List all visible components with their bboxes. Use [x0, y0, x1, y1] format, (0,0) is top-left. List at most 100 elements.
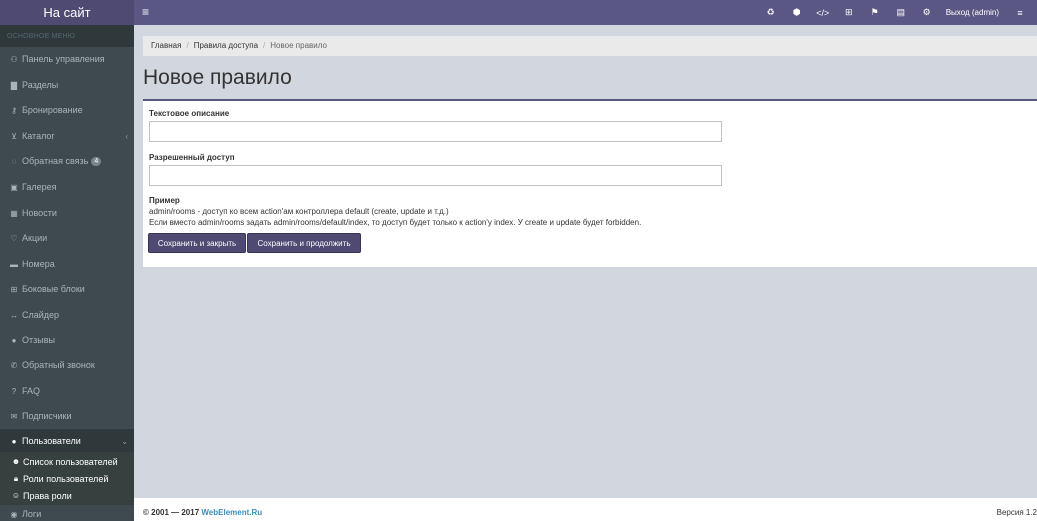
user-plus-icon: ☺ — [11, 491, 21, 500]
users-submenu: ☻ Список пользователей 🔒︎ Роли пользоват… — [0, 452, 134, 505]
footer-copyright: © 2001 — 2017 WebElement.Ru — [143, 508, 262, 517]
sidebar-item-label: Слайдер — [22, 310, 60, 320]
bed-icon: ▬ — [10, 259, 18, 269]
sidebar-item-users[interactable]: ● Пользователи ⌄ — [0, 429, 134, 453]
sidebar-item-feedback[interactable]: ◌ Обратная связь 4 — [0, 149, 134, 173]
question-icon: ? — [11, 386, 17, 396]
description-input[interactable] — [149, 121, 722, 142]
cart-icon: ⊻ — [11, 131, 17, 141]
lock-icon: 🔒︎ — [13, 473, 19, 483]
eye-icon: ◉ — [10, 509, 18, 519]
site-link[interactable]: На сайт — [0, 0, 134, 25]
sidebar-item-sections[interactable]: ▇ Разделы — [0, 73, 134, 97]
logout-link[interactable]: Выход (admin) — [946, 8, 999, 17]
sidebar-header: ОСНОВНОЕ МЕНЮ — [0, 25, 134, 47]
submenu-item-label: Роли пользователей — [23, 473, 109, 484]
phone-icon: ✆ — [10, 360, 18, 370]
breadcrumb-home[interactable]: Главная — [151, 41, 181, 50]
sidebar-item-label: Бронирование — [22, 105, 83, 115]
sidebar-item-subscribers[interactable]: ✉ Подписчики — [0, 404, 134, 428]
cogs-icon[interactable]: ⚙ — [914, 7, 940, 18]
image-icon: ▣ — [10, 182, 18, 192]
sidebar-item-label: Панель управления — [22, 54, 105, 64]
sidebar-item-gallery[interactable]: ▣ Галерея — [0, 175, 134, 199]
sidebar-item-callback[interactable]: ✆ Обратный звонок — [0, 353, 134, 377]
sidebar-item-label: Логи — [22, 509, 42, 519]
page-title: Новое правило — [143, 66, 292, 89]
comment-icon: ● — [11, 335, 17, 345]
sidebar-item-promotions[interactable]: ♡ Акции — [0, 226, 134, 250]
arrows-h-icon: ↔ — [10, 310, 18, 320]
sidebar-item-news[interactable]: ▦ Новости — [0, 201, 134, 225]
blocks-icon[interactable]: ⊞ — [836, 7, 862, 18]
breadcrumb-current: Новое правило — [270, 41, 327, 50]
sidebar-item-faq[interactable]: ? FAQ — [0, 379, 134, 403]
heart-icon: ♡ — [10, 233, 18, 243]
sidebar-item-label: Пользователи — [22, 436, 81, 446]
feedback-count-badge: 4 — [91, 156, 102, 166]
sidebar-item-label: Подписчики — [22, 411, 72, 421]
brand-link[interactable]: WebElement.Ru — [201, 508, 262, 517]
submenu-item-label: Список пользователей — [23, 456, 118, 467]
submenu-item-user-list[interactable]: ☻ Список пользователей — [0, 453, 134, 470]
breadcrumb-access-rules[interactable]: Правила доступа — [194, 41, 258, 50]
code-icon[interactable]: </> — [810, 8, 836, 18]
access-label: Разрешенный доступ — [149, 153, 235, 162]
submenu-item-user-roles[interactable]: 🔒︎ Роли пользователей — [0, 470, 134, 487]
sidebar-item-label: Галерея — [22, 182, 57, 192]
sidebar-item-label: Отзывы — [22, 335, 55, 345]
submenu-item-label: Права роли — [23, 490, 72, 501]
example-line: admin/rooms - доступ ко всем action'ам к… — [149, 207, 449, 216]
sidebar-item-label: Разделы — [22, 80, 59, 90]
top-navbar: ≡ ♻ ⬢ </> ⊞ ⚑ ▤ ⚙ Выход (admin) ≡ — [134, 0, 1037, 25]
sidebar-item-label: Каталог — [22, 131, 55, 141]
menu-toggle-icon[interactable]: ≡ — [142, 5, 149, 19]
sidebar: ОСНОВНОЕ МЕНЮ ⚇ Панель управления ▇ Разд… — [0, 25, 134, 521]
sidebar-item-label: Боковые блоки — [22, 284, 85, 294]
breadcrumb-separator: / — [186, 41, 189, 50]
chevron-down-icon: ⌄ — [121, 436, 128, 446]
list-icon[interactable]: ≡ — [1007, 8, 1033, 18]
sidebar-item-label: Новости — [22, 208, 57, 218]
breadcrumb: Главная / Правила доступа / Новое правило — [143, 36, 1037, 56]
dashboard-icon: ⚇ — [10, 54, 18, 64]
user-icon: ● — [11, 436, 17, 446]
sidebar-item-logs[interactable]: ◉ Логи — [0, 506, 134, 521]
sidebar-item-label: Номера — [22, 259, 55, 269]
example-line: Если вместо admin/rooms задать admin/roo… — [149, 218, 642, 227]
flag-icon[interactable]: ⚑ — [862, 7, 888, 18]
file-icon[interactable]: ▤ — [888, 7, 914, 18]
cubes-icon[interactable]: ⬢ — [784, 7, 810, 18]
chevron-left-icon: ‹ — [125, 131, 128, 141]
version-label: Версия 1.2 — [996, 508, 1037, 517]
rule-form: Текстовое описание Разрешенный доступ Пр… — [143, 99, 1037, 267]
sidebar-item-label: FAQ — [22, 386, 41, 396]
description-label: Текстовое описание — [149, 109, 230, 118]
footer: © 2001 — 2017 WebElement.Ru Версия 1.2 — [134, 497, 1037, 521]
sidebar-item-label: Обратный звонок — [22, 360, 95, 370]
newspaper-icon: ▦ — [10, 208, 18, 218]
envelope-icon: ✉ — [10, 411, 18, 421]
blocks-icon: ⊞ — [10, 284, 18, 294]
sidebar-item-rooms[interactable]: ▬ Номера — [0, 252, 134, 276]
submenu-item-role-permissions[interactable]: ☺ Права роли — [0, 487, 134, 504]
file-icon: ▇ — [10, 80, 18, 90]
sidebar-item-label: Акции — [22, 233, 48, 243]
sidebar-item-slider[interactable]: ↔ Слайдер — [0, 303, 134, 327]
save-and-close-button[interactable]: Сохранить и закрыть — [148, 233, 246, 253]
copyright-text: © 2001 — 2017 — [143, 508, 200, 517]
sidebar-item-dashboard[interactable]: ⚇ Панель управления — [0, 47, 134, 71]
save-and-continue-button[interactable]: Сохранить и продолжить — [247, 233, 361, 253]
sidebar-item-side-blocks[interactable]: ⊞ Боковые блоки — [0, 277, 134, 301]
top-icons: ♻ ⬢ </> ⊞ ⚑ ▤ ⚙ Выход (admin) ≡ — [758, 0, 1033, 25]
example-title: Пример — [149, 196, 180, 205]
key-icon: ⚷ — [11, 105, 17, 115]
access-input[interactable] — [149, 165, 722, 186]
sidebar-item-catalog[interactable]: ⊻ Каталог ‹ — [0, 124, 134, 148]
sidebar-item-booking[interactable]: ⚷ Бронирование — [0, 98, 134, 122]
sidebar-item-reviews[interactable]: ● Отзывы — [0, 328, 134, 352]
breadcrumb-separator: / — [263, 41, 266, 50]
recycle-icon[interactable]: ♻ — [758, 7, 784, 18]
comments-icon: ◌ — [11, 156, 17, 166]
users-icon: ☻ — [11, 457, 21, 466]
